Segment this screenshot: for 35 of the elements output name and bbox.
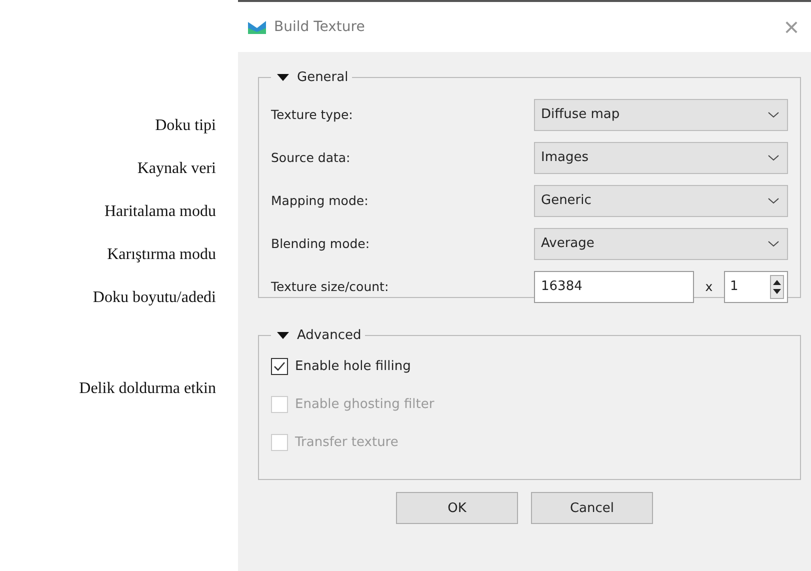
chevron-down-icon	[768, 154, 779, 160]
annotation-label: Doku tipi	[155, 116, 216, 136]
spin-arrows-icon[interactable]	[770, 274, 784, 298]
multiply-label: x	[704, 279, 714, 294]
field-label: Texture type:	[271, 107, 354, 122]
field-label: Mapping mode:	[271, 193, 370, 208]
dropdown[interactable]: Images	[534, 142, 788, 174]
collapse-triangle-icon[interactable]	[277, 332, 289, 339]
dropdown[interactable]: Generic	[534, 184, 788, 216]
field-label: Source data:	[271, 150, 352, 165]
group-title: Advanced	[297, 328, 362, 343]
checkbox-label: Transfer texture	[295, 434, 398, 450]
collapse-triangle-icon[interactable]	[277, 74, 289, 81]
annotation-label: Kaynak veri	[137, 159, 216, 179]
dropdown[interactable]: Diffuse map	[534, 98, 788, 130]
checkbox-label: Enable ghosting filter	[295, 396, 434, 412]
chevron-down-icon	[768, 240, 779, 246]
field-label: Blending mode:	[271, 236, 371, 251]
annotation-label: Karıştırma modu	[107, 245, 216, 265]
window-title: Build Texture	[274, 19, 366, 35]
ok-button[interactable]: OK	[396, 492, 518, 524]
field-label: Texture size/count:	[271, 279, 390, 294]
checkbox-label: Enable hole filling	[295, 358, 411, 374]
chevron-down-icon	[768, 112, 779, 118]
group-title: General	[297, 70, 348, 85]
annotation-label: Delik doldurma etkin	[79, 379, 216, 399]
input-field[interactable]: 16384	[534, 270, 694, 302]
annotation-label: Doku boyutu/adedi	[92, 288, 216, 308]
checkbox[interactable]	[271, 358, 288, 374]
app-logo-icon	[248, 20, 266, 34]
annotation-label: Haritalama modu	[104, 202, 216, 222]
cancel-button[interactable]: Cancel	[531, 492, 653, 524]
spin-box[interactable]: 1	[724, 270, 788, 302]
chevron-down-icon	[768, 198, 779, 204]
dropdown[interactable]: Average	[534, 228, 788, 260]
